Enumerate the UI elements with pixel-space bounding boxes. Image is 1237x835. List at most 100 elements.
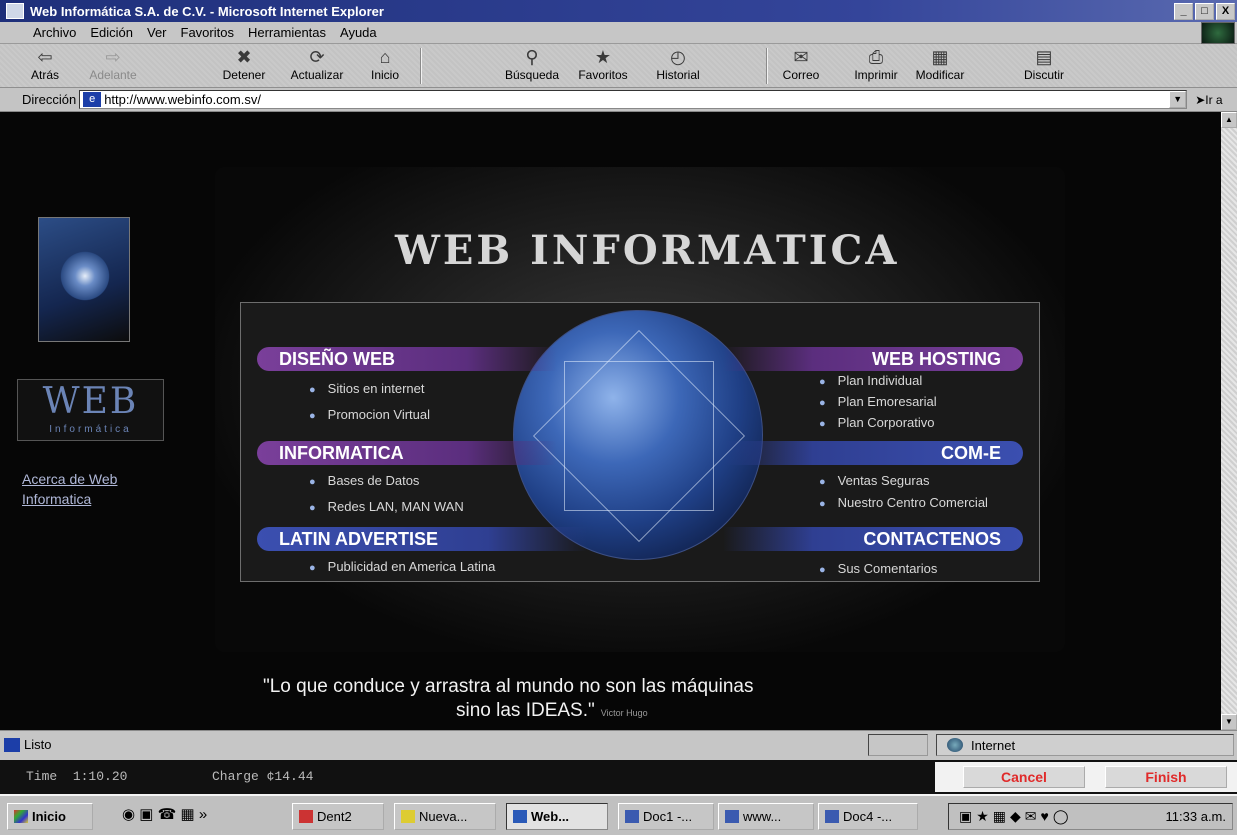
cancel-button[interactable]: Cancel xyxy=(963,766,1085,788)
item-ventas[interactable]: Ventas Seguras xyxy=(819,473,930,488)
app-quick-icon[interactable]: ▦ xyxy=(180,806,194,823)
charge-label: Charge xyxy=(212,769,259,784)
item-plan-empresarial[interactable]: Plan Emoresarial xyxy=(819,394,937,409)
start-button[interactable]: Inicio xyxy=(7,803,93,830)
ie-quick-icon[interactable]: ◉ xyxy=(122,806,135,823)
favorites-button[interactable]: ★ Favoritos xyxy=(568,46,638,86)
menu-edicion[interactable]: Edición xyxy=(90,25,133,40)
go-button[interactable]: ➤Ir a xyxy=(1195,93,1222,107)
close-button[interactable]: X xyxy=(1216,2,1235,20)
address-input[interactable]: e http://www.webinfo.com.sv/ ▼ xyxy=(79,90,1188,109)
address-label: Dirección xyxy=(22,92,77,107)
window-controls: _ □ X xyxy=(1174,2,1235,20)
menu-favoritos[interactable]: Favoritos xyxy=(181,25,234,40)
task-label: www... xyxy=(743,809,782,824)
search-icon: ⚲ xyxy=(525,47,539,67)
task-doc4[interactable]: Doc4 -... xyxy=(818,803,918,830)
minimize-button[interactable]: _ xyxy=(1174,2,1193,20)
edit-label: Modificar xyxy=(915,68,965,82)
back-arrow-icon: ⇦ xyxy=(37,47,53,67)
task-dent2[interactable]: Dent2 xyxy=(292,803,384,830)
item-plan-individual[interactable]: Plan Individual xyxy=(819,373,923,388)
home-button[interactable]: ⌂ Inicio xyxy=(360,46,410,86)
section-design-header[interactable]: DISEÑO WEB xyxy=(257,347,557,371)
scroll-up-button[interactable]: ▲ xyxy=(1221,112,1237,128)
menu-ayuda[interactable]: Ayuda xyxy=(340,25,377,40)
scroll-down-button[interactable]: ▼ xyxy=(1221,714,1237,730)
toolbar-separator xyxy=(766,48,768,84)
clock: 11:33 a.m. xyxy=(1165,809,1226,824)
section-come-header[interactable]: COM-E xyxy=(723,441,1023,465)
refresh-label: Actualizar xyxy=(290,68,344,82)
page-status-icon xyxy=(4,737,20,752)
print-label: Imprimir xyxy=(854,68,898,82)
vertical-scrollbar[interactable]: ▲ ▼ xyxy=(1221,112,1237,730)
system-tray: ▣★▦◆✉♥◯ 11:33 a.m. xyxy=(948,803,1233,830)
menu-ver[interactable]: Ver xyxy=(147,25,167,40)
task-nueva[interactable]: Nueva... xyxy=(394,803,496,830)
task-web[interactable]: Web... xyxy=(506,803,608,830)
forward-button[interactable]: ⇨ Adelante xyxy=(82,46,144,86)
section-contact-header[interactable]: CONTACTENOS xyxy=(723,527,1023,551)
task-www[interactable]: www... xyxy=(718,803,814,830)
outlook-quick-icon[interactable]: ☎ xyxy=(158,806,177,823)
spider-logo-image xyxy=(38,217,130,342)
dialup-buttons: Cancel Finish xyxy=(935,762,1237,792)
item-publicidad[interactable]: Publicidad en America Latina xyxy=(309,559,496,574)
quick-launch: ◉ ▣ ☎ ▦ » xyxy=(122,805,272,827)
printer-icon: ⎙ xyxy=(868,47,884,67)
about-link[interactable]: Acerca de Web Informatica xyxy=(22,469,172,509)
discuss-button[interactable]: ▤ Discutir xyxy=(1014,46,1074,86)
address-url[interactable]: http://www.webinfo.com.sv/ xyxy=(104,92,261,107)
windows-flag-icon xyxy=(14,810,28,823)
time-label: Time xyxy=(26,769,58,784)
back-button[interactable]: ⇦ Atrás xyxy=(20,46,70,86)
word-icon xyxy=(725,810,739,823)
quote-line-2: sino las IDEAS." xyxy=(456,700,595,721)
home-label: Inicio xyxy=(370,68,399,82)
address-dropdown-button[interactable]: ▼ xyxy=(1169,91,1187,108)
forward-arrow-icon: ⇨ xyxy=(105,47,121,67)
mail-label: Correo xyxy=(782,68,820,82)
refresh-button[interactable]: ⟳ Actualizar xyxy=(280,46,354,86)
quote: "Lo que conduce y arrastra al mundo no s… xyxy=(263,675,963,725)
edit-button[interactable]: ▦ Modificar xyxy=(906,46,974,86)
stop-button[interactable]: ✖ Detener xyxy=(212,46,276,86)
section-advertise-header[interactable]: LATIN ADVERTISE xyxy=(257,527,587,551)
discuss-label: Discutir xyxy=(1023,68,1064,82)
search-button[interactable]: ⚲ Búsqueda xyxy=(497,46,567,86)
task-label: Doc1 -... xyxy=(643,809,693,824)
maximize-button[interactable]: □ xyxy=(1195,2,1214,20)
status-ready: Listo xyxy=(4,737,51,752)
menu-herramientas[interactable]: Herramientas xyxy=(248,25,326,40)
desktop-quick-icon[interactable]: ▣ xyxy=(139,806,153,823)
internet-globe-icon xyxy=(947,738,963,752)
item-plan-corporativo[interactable]: Plan Corporativo xyxy=(819,415,935,430)
status-panel xyxy=(868,734,928,756)
print-button[interactable]: ⎙ Imprimir xyxy=(846,46,906,86)
quote-line-1: "Lo que conduce y arrastra al mundo no s… xyxy=(263,676,754,697)
task-doc1[interactable]: Doc1 -... xyxy=(618,803,714,830)
logo-text: WEB xyxy=(42,381,139,422)
item-redes[interactable]: Redes LAN, MAN WAN xyxy=(309,499,464,514)
finish-button[interactable]: Finish xyxy=(1105,766,1227,788)
start-label: Inicio xyxy=(32,809,66,824)
quote-author: Victor Hugo xyxy=(600,708,648,718)
word-edit-icon: ▦ xyxy=(931,47,949,67)
tray-icons[interactable]: ▣★▦◆✉♥◯ xyxy=(959,808,1072,825)
more-chevron-icon[interactable]: » xyxy=(199,806,207,823)
item-sitios[interactable]: Sitios en internet xyxy=(309,381,425,396)
quote-line-2-wrapper: sino las IDEAS." Victor Hugo xyxy=(263,699,963,725)
item-comentarios[interactable]: Sus Comentarios xyxy=(819,561,938,576)
taskbar: Inicio ◉ ▣ ☎ ▦ » Dent2 Nueva... Web... D… xyxy=(0,794,1237,835)
menu-archivo[interactable]: Archivo xyxy=(33,25,76,40)
item-centro-comercial[interactable]: Nuestro Centro Comercial xyxy=(819,495,988,510)
item-promocion[interactable]: Promocion Virtual xyxy=(309,407,430,422)
status-bar: Listo Internet xyxy=(0,730,1237,760)
section-hosting-header[interactable]: WEB HOSTING xyxy=(723,347,1023,371)
section-info-header[interactable]: INFORMATICA xyxy=(257,441,557,465)
history-button[interactable]: ◴ Historial xyxy=(646,46,710,86)
item-bases[interactable]: Bases de Datos xyxy=(309,473,420,488)
mail-icon: ✉ xyxy=(793,47,809,67)
mail-button[interactable]: ✉ Correo xyxy=(772,46,830,86)
